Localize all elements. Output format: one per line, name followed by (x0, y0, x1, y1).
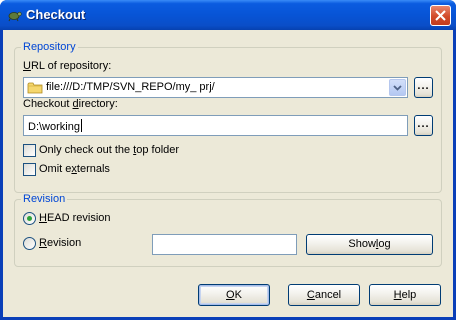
dialog-client-area: Repository URL of repository: file:///D:… (3, 30, 453, 317)
revision-group: Revision (14, 193, 442, 267)
checkout-directory-input[interactable]: D:\working (23, 115, 408, 136)
url-label: URL of repository: (23, 60, 112, 72)
revision-label[interactable]: Revision (39, 237, 81, 249)
checkout-directory-label: Checkout directory: (23, 98, 118, 110)
top-folder-checkbox[interactable] (23, 144, 36, 157)
checkout-directory-value: D:\working (28, 121, 80, 133)
revision-number-input[interactable] (152, 234, 297, 255)
revision-group-title: Revision (21, 193, 68, 205)
url-value: file:///D:/TMP/SVN_REPO/my_ prj/ (46, 81, 215, 93)
text-caret (80, 119, 82, 132)
close-button[interactable] (430, 5, 451, 26)
repository-group-title: Repository (21, 41, 78, 53)
url-combobox[interactable]: file:///D:/TMP/SVN_REPO/my_ prj/ (23, 77, 408, 98)
revision-radio[interactable] (23, 237, 36, 250)
cancel-button[interactable]: Cancel (288, 284, 360, 306)
help-button[interactable]: Help (369, 284, 441, 306)
head-revision-label[interactable]: HEAD revision (39, 212, 111, 224)
folder-icon (27, 82, 43, 94)
url-dropdown-button[interactable] (389, 79, 406, 96)
show-log-button[interactable]: Show log (306, 234, 433, 255)
directory-browse-button[interactable]: ... (414, 115, 433, 136)
tortoise-icon (8, 11, 22, 22)
checkout-dialog: Checkout Repository URL of repository: f… (0, 0, 456, 320)
ok-button[interactable]: OK (198, 284, 270, 306)
close-icon (435, 10, 446, 21)
top-folder-label[interactable]: Only check out the top folder (39, 144, 179, 156)
window-title: Checkout (26, 7, 86, 22)
chevron-down-icon (393, 85, 402, 91)
radio-selected-dot (27, 216, 32, 221)
url-browse-button[interactable]: ... (414, 77, 433, 98)
title-bar[interactable]: Checkout (0, 0, 456, 30)
omit-externals-label[interactable]: Omit externals (39, 163, 110, 175)
omit-externals-checkbox[interactable] (23, 163, 36, 176)
head-revision-radio[interactable] (23, 212, 36, 225)
